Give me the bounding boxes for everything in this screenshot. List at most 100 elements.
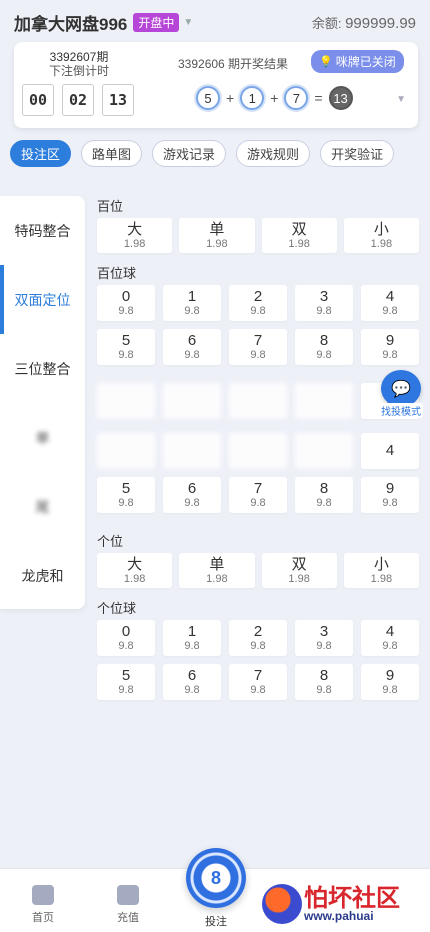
- bet-option[interactable]: 0 9.8: [97, 620, 155, 656]
- nav-bet-label: 投注: [205, 916, 227, 928]
- bet-odds: 9.8: [118, 640, 134, 652]
- bet-option[interactable]: 7 9.8: [229, 477, 287, 513]
- tab-road-map[interactable]: 路单图: [81, 140, 143, 167]
- bet-option[interactable]: 1 9.8: [163, 285, 221, 321]
- bet-label: 6: [187, 480, 197, 497]
- bet-option[interactable]: 8 9.8: [295, 664, 353, 700]
- bet-row: 8: [97, 383, 419, 419]
- bet-mode-button[interactable]: 💬 找投模式: [378, 370, 424, 418]
- bet-odds: 9.8: [382, 684, 398, 696]
- bet-option[interactable]: 0 9.8: [97, 285, 155, 321]
- bet-option[interactable]: 3 9.8: [295, 285, 353, 321]
- balance-value: 999999.99: [345, 14, 416, 32]
- nav-recharge[interactable]: 充值: [98, 885, 158, 925]
- bet-option[interactable]: [229, 383, 287, 419]
- bet-option[interactable]: 双 1.98: [261, 218, 337, 253]
- bet-option[interactable]: 1 9.8: [163, 620, 221, 656]
- tab-draw-verify[interactable]: 开奖验证: [320, 140, 395, 167]
- bet-option[interactable]: [97, 383, 155, 419]
- bet-label: 7: [253, 667, 263, 684]
- bet-option[interactable]: 9 9.8: [361, 477, 419, 513]
- bet-option[interactable]: [295, 433, 353, 469]
- bet-odds: 9.8: [250, 640, 266, 652]
- tab-bar: 投注区 路单图 游戏记录 游戏规则 开奖验证: [10, 140, 430, 170]
- bet-option[interactable]: 双 1.98: [261, 553, 337, 588]
- bet-option[interactable]: 5 9.8: [97, 664, 155, 700]
- plus-sign: +: [226, 90, 235, 106]
- sidebar-item-special[interactable]: 特码整合: [0, 196, 85, 265]
- bet-option[interactable]: 7 9.8: [229, 664, 287, 700]
- bet-option[interactable]: 6 9.8: [163, 329, 221, 365]
- draw-card: 3392607期 下注倒计时 00 02 13 3392606 期开奖结果 💡 …: [14, 42, 418, 128]
- chevron-down-icon[interactable]: ▼: [396, 94, 406, 105]
- bet-option[interactable]: 9 9.8: [361, 664, 419, 700]
- tab-bet-area[interactable]: 投注区: [10, 140, 72, 167]
- sidebar-item-dragon-tiger[interactable]: 龙虎和: [0, 541, 85, 610]
- bet-label: 5: [121, 332, 131, 349]
- sidebar-item-two-sided[interactable]: 双面定位: [0, 265, 85, 334]
- bet-label: 5: [121, 667, 131, 684]
- bet-option[interactable]: 小 1.98: [343, 553, 419, 588]
- tab-game-rules[interactable]: 游戏规则: [236, 140, 311, 167]
- bet-label: 3: [319, 288, 329, 305]
- bet-label: 4: [385, 288, 395, 305]
- nav-home[interactable]: 首页: [13, 885, 73, 925]
- bet-option[interactable]: 4 9.8: [361, 620, 419, 656]
- bet-odds: 9.8: [184, 305, 200, 317]
- tab-game-records[interactable]: 游戏记录: [152, 140, 227, 167]
- bet-option[interactable]: 2 9.8: [229, 620, 287, 656]
- app-title[interactable]: 加拿大网盘996: [14, 10, 127, 35]
- top-bar: 加拿大网盘996 开盘中 ▼ 余额: 999999.99: [0, 0, 430, 44]
- section-title-units: 个位: [97, 534, 124, 549]
- bet-odds: 9.8: [316, 684, 332, 696]
- bet-label: 5: [121, 480, 131, 497]
- bet-option[interactable]: 9 9.8: [361, 329, 419, 365]
- watermark: 怕坏社区 www.pahuai: [262, 884, 400, 924]
- bet-label: 大: [127, 220, 143, 238]
- reveal-closed-label: 咪牌已关闭: [335, 55, 396, 69]
- bet-option[interactable]: 大 1.98: [97, 553, 173, 588]
- bet-label: 7: [253, 332, 263, 349]
- bet-option[interactable]: 6 9.8: [163, 477, 221, 513]
- bet-option[interactable]: 大 1.98: [97, 218, 173, 253]
- bet-option[interactable]: 3 9.8: [295, 620, 353, 656]
- sidebar-item-single[interactable]: 单: [0, 403, 85, 472]
- section-title-units-ball: 个位球: [97, 601, 137, 616]
- chip-icon[interactable]: 8: [186, 848, 246, 908]
- bet-option[interactable]: 单 1.98: [179, 218, 255, 253]
- bet-option[interactable]: 2 9.8: [229, 285, 287, 321]
- bet-option[interactable]: [163, 383, 221, 419]
- timer-seconds: 13: [102, 84, 134, 116]
- bet-option[interactable]: [295, 383, 353, 419]
- bet-odds: 9.8: [184, 684, 200, 696]
- chevron-down-icon[interactable]: ▼: [183, 17, 193, 28]
- bet-odds: 1.98: [288, 572, 310, 585]
- bet-option[interactable]: 小 1.98: [343, 218, 419, 253]
- period-info: 3392607期 下注倒计时: [24, 50, 134, 78]
- bet-option[interactable]: 8 9.8: [295, 477, 353, 513]
- reveal-closed-button[interactable]: 💡 咪牌已关闭: [311, 50, 404, 73]
- bet-odds: 9.8: [382, 305, 398, 317]
- bet-odds: 9.8: [382, 497, 398, 509]
- bet-option[interactable]: [229, 433, 287, 469]
- equals-sign: =: [314, 90, 323, 106]
- bet-option[interactable]: 7 9.8: [229, 329, 287, 365]
- bet-label: 3: [319, 623, 329, 640]
- bet-option[interactable]: 4 9.8: [361, 285, 419, 321]
- sidebar: 特码整合 双面定位 三位整合 单 尾 龙虎和: [0, 196, 85, 609]
- bet-odds: 9.8: [316, 305, 332, 317]
- sidebar-item-three-digit[interactable]: 三位整合: [0, 334, 85, 403]
- bet-option[interactable]: [163, 433, 221, 469]
- bet-option[interactable]: 4: [361, 433, 419, 469]
- bet-option[interactable]: 5 9.8: [97, 477, 155, 513]
- bet-option[interactable]: 5 9.8: [97, 329, 155, 365]
- bet-option[interactable]: [97, 433, 155, 469]
- bet-label: 9: [385, 332, 395, 349]
- bet-option[interactable]: 单 1.98: [179, 553, 255, 588]
- bet-option[interactable]: 6 9.8: [163, 664, 221, 700]
- bet-odds: 1.98: [206, 237, 228, 250]
- bet-label: 6: [187, 667, 197, 684]
- sidebar-item-tail[interactable]: 尾: [0, 472, 85, 541]
- bet-odds: 1.98: [206, 572, 228, 585]
- bet-option[interactable]: 8 9.8: [295, 329, 353, 365]
